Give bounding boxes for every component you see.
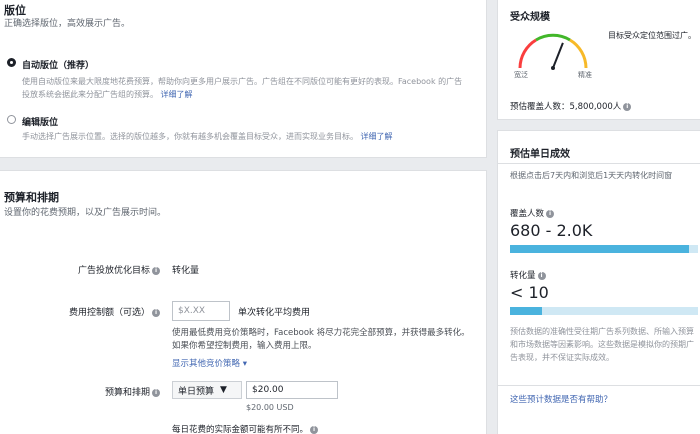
- show-bid-strategies-link[interactable]: 显示其他竞价策略 ▾: [172, 357, 247, 369]
- reach-value: 5,800,000人: [569, 102, 622, 112]
- audience-description: 目标受众定位范围过广。: [608, 31, 696, 40]
- edit-learn-more-link[interactable]: 详细了解: [361, 132, 393, 141]
- reach-bar-fill: [510, 245, 689, 253]
- gauge-label-right: 精准: [578, 71, 592, 79]
- info-icon[interactable]: i: [152, 308, 160, 317]
- auto-placement-label[interactable]: 自动版位（推荐）: [22, 58, 94, 71]
- edit-placement-label[interactable]: 编辑版位: [22, 115, 58, 128]
- gauge-segment-fit: [535, 33, 571, 42]
- conversion-bar: [510, 307, 698, 315]
- cost-control-desc: 使用最低费用竞价策略时，Facebook 将尽力花完全部预算，并获得最多转化。如…: [172, 328, 470, 351]
- results-desc: 根据点击后7天内和浏览后1天天内转化时间窗: [510, 171, 673, 180]
- results-conv-label-text: 转化量: [510, 271, 536, 281]
- schedule-label-text: 预算和排期: [104, 388, 150, 398]
- edit-placement-desc: 手动选择广告展示位置。选择的版位越多，你就有越多机会覆盖目标受众，进而实现业务目…: [22, 130, 482, 143]
- results-conv-value: < 10: [510, 283, 549, 302]
- audience-size-section: 受众规模 宽泛 精准 目标受众定位范围过广。 预估覆盖人数：5,800,000人…: [497, 0, 700, 120]
- info-icon[interactable]: i: [152, 266, 160, 275]
- needle-icon: [552, 42, 564, 69]
- daily-results-section: 预估单日成效 根据点击后7天内和浏览后1天天内转化时间窗 覆盖人数 i 680 -…: [497, 130, 700, 434]
- cost-control-unit: 单次转化平均费用: [238, 308, 311, 318]
- auto-placement-desc-text: 使用自动版位来最大限度地花费预算，帮助你向更多用户展示广告。广告组在不同版位可能…: [22, 77, 463, 99]
- chevron-down-icon: ▼: [220, 385, 227, 395]
- results-conv-label: 转化量 i: [510, 269, 546, 281]
- budget-title: 预算和排期: [4, 191, 59, 204]
- budget-type-value: 单日预算: [178, 386, 215, 397]
- reach-bar: [510, 245, 698, 253]
- auto-placement-desc: 使用自动版位来最大限度地花费预算，帮助你向更多用户展示广告。广告组在不同版位可能…: [22, 75, 470, 101]
- info-icon[interactable]: i: [546, 209, 555, 218]
- optimization-label: 广告投放优化目标 i: [0, 263, 160, 276]
- optimization-value: 转化量: [172, 266, 200, 276]
- gauge-pivot: [551, 66, 555, 70]
- conversion-bar-fill: [510, 307, 542, 315]
- results-disclaimer: 预估数据的准确性受往期广告系列数据、所输入预算和市场数据等因素影响。这些数据是模…: [510, 327, 694, 362]
- edit-placement-radio[interactable]: [7, 115, 16, 124]
- gauge-segment-narrow: [518, 38, 537, 69]
- info-icon[interactable]: i: [152, 388, 160, 397]
- budget-note: 每日花费的实际金额可能有所不同。 i: [172, 423, 319, 434]
- placement-subtitle: 正确选择版位，高效展示广告。: [4, 19, 131, 29]
- audience-gauge: [518, 33, 588, 70]
- optimization-label-text: 广告投放优化目标: [77, 266, 150, 276]
- budget-note-text: 每日花费的实际金额可能有所不同。: [172, 425, 309, 434]
- budget-amount-input[interactable]: $20.00: [246, 381, 338, 399]
- auto-placement-radio[interactable]: [7, 58, 16, 67]
- placement-section: 版位 正确选择版位，高效展示广告。 自动版位（推荐） 使用自动版位来最大限度地花…: [0, 0, 487, 158]
- budget-section: 预算和排期 设置你的花费预期，以及广告展示时间。 广告投放优化目标 i 转化量 费…: [0, 170, 487, 434]
- cost-control-label-text: 费用控制额（可选）: [68, 308, 150, 318]
- edit-placement-desc-text: 手动选择广告展示位置。选择的版位越多，你就有越多机会覆盖目标受众，进而实现业务目…: [22, 132, 358, 141]
- show-bid-strategies-text[interactable]: 显示其他竞价策略: [172, 359, 240, 369]
- info-icon[interactable]: i: [623, 102, 632, 111]
- info-icon[interactable]: i: [537, 271, 546, 280]
- results-reach-label: 覆盖人数 i: [510, 207, 555, 219]
- cost-control-label: 费用控制额（可选） i: [0, 305, 160, 318]
- budget-amount-hint: $20.00 USD: [246, 403, 294, 412]
- results-title: 预估单日成效: [510, 149, 570, 160]
- info-icon[interactable]: i: [310, 425, 319, 434]
- audience-title: 受众规模: [510, 12, 550, 23]
- results-reach-label-text: 覆盖人数: [510, 209, 545, 219]
- chevron-down-icon: ▾: [242, 359, 247, 369]
- results-divider: [498, 163, 700, 164]
- gauge-segment-broad: [569, 38, 588, 69]
- results-divider-bottom: [498, 385, 700, 386]
- schedule-label: 预算和排期 i: [0, 385, 160, 398]
- auto-learn-more-link[interactable]: 详细了解: [161, 90, 193, 99]
- estimated-reach: 预估覆盖人数：5,800,000人 i: [510, 100, 632, 112]
- reach-label: 预估覆盖人数：: [510, 102, 570, 112]
- budget-subtitle: 设置你的花费预期，以及广告展示时间。: [4, 208, 167, 218]
- gauge-label-left: 宽泛: [514, 71, 528, 79]
- cost-control-input[interactable]: $X.XX: [172, 301, 230, 321]
- helpful-feedback-link[interactable]: 这些预计数据是否有帮助？: [510, 393, 612, 405]
- budget-type-dropdown[interactable]: 单日预算 ▼: [172, 381, 242, 399]
- results-reach-value: 680 - 2.0K: [510, 221, 593, 240]
